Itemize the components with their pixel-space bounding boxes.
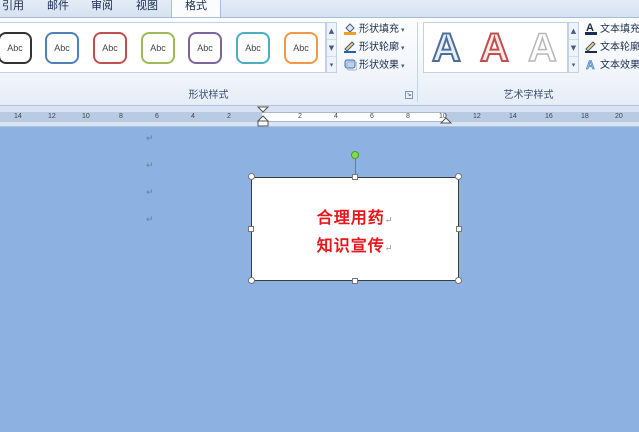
paragraph-mark: ↵ xyxy=(146,215,154,225)
horizontal-ruler[interactable]: 14 12 10 8 6 4 2 2 4 6 8 10 12 14 16 18 … xyxy=(0,105,639,127)
shape-style-swatch[interactable]: Abc xyxy=(45,32,79,64)
wordart-style-blue[interactable]: A xyxy=(431,25,462,71)
text-fill-label: 文本填充 xyxy=(600,24,639,35)
resize-handle-right[interactable] xyxy=(456,226,462,232)
ruler-number: 4 xyxy=(334,113,338,120)
wordart-style-red[interactable]: A xyxy=(479,25,510,71)
paragraph-mark: ↵ xyxy=(146,161,154,171)
tab-view[interactable]: 视图 xyxy=(136,0,158,17)
gallery-scroll[interactable]: ▲ ▼ ▾ xyxy=(326,22,337,73)
scroll-up-icon[interactable]: ▲ xyxy=(569,23,578,40)
resize-handle-top[interactable] xyxy=(352,174,358,180)
shape-style-swatch[interactable]: Abc xyxy=(284,32,318,64)
scroll-down-icon[interactable]: ▼ xyxy=(569,40,578,57)
rotation-handle[interactable] xyxy=(351,151,359,159)
ruler-number: 2 xyxy=(298,113,302,120)
paragraph-mark: ↵ xyxy=(384,244,394,254)
svg-text:A: A xyxy=(586,58,595,71)
right-indent-marker-icon[interactable] xyxy=(440,116,452,126)
resize-handle-bottom-left[interactable] xyxy=(248,277,255,284)
wordart-gallery-scroll[interactable]: ▲ ▼ ▾ xyxy=(568,22,579,73)
ruler-number: 4 xyxy=(191,113,195,120)
resize-handle-left[interactable] xyxy=(248,226,254,232)
ruler-number: 8 xyxy=(406,113,410,120)
scroll-down-icon[interactable]: ▼ xyxy=(327,40,336,57)
ruler-number: 6 xyxy=(155,113,159,120)
shape-outline-label: 形状轮廓 xyxy=(359,42,399,53)
tab-review[interactable]: 审阅 xyxy=(91,0,113,17)
ruler-number: 6 xyxy=(370,113,374,120)
paragraph-mark: ↵ xyxy=(146,134,154,144)
resize-handle-bottom[interactable] xyxy=(352,278,358,284)
text-box-line[interactable]: 知识宣传↵ xyxy=(252,232,458,256)
text-fill-icon: A xyxy=(585,22,597,35)
ruler-number: 14 xyxy=(509,113,517,120)
ruler-number: 10 xyxy=(82,113,90,120)
resize-handle-bottom-right[interactable] xyxy=(455,277,462,284)
text-outline-icon xyxy=(585,41,597,53)
ruler-number: 16 xyxy=(545,113,553,120)
ribbon: Abc Abc Abc Abc Abc Abc Abc ▲ ▼ ▾ 形状填充 ▾ … xyxy=(0,17,639,105)
ruler-number: 8 xyxy=(119,113,123,120)
wordart-style-gray[interactable]: A xyxy=(527,25,557,71)
ruler-number: 2 xyxy=(227,113,231,120)
dropdown-arrow-icon: ▾ xyxy=(401,62,405,70)
shape-styles-group: Abc Abc Abc Abc Abc Abc Abc ▲ ▼ ▾ 形状填充 ▾ … xyxy=(0,18,417,106)
text-fill-button[interactable]: A 文本填充 xyxy=(584,21,639,38)
text-effects-label: 文本效果 xyxy=(600,60,639,71)
dropdown-arrow-icon: ▾ xyxy=(401,26,405,34)
text-effects-icon: A xyxy=(586,58,596,71)
dialog-launcher-icon[interactable]: ↘ xyxy=(405,91,413,99)
paint-bucket-icon xyxy=(344,23,356,35)
shape-effects-label: 形状效果 xyxy=(359,60,399,71)
shape-fill-label: 形状填充 xyxy=(359,24,399,35)
text-box-line1: 合理用药 xyxy=(316,208,385,227)
wordart-styles-group-label: 艺术字样式 xyxy=(503,90,554,101)
pen-outline-icon xyxy=(344,41,356,53)
ruler-number: 12 xyxy=(48,113,56,120)
text-outline-label: 文本轮廓 xyxy=(600,42,639,53)
indent-marker-icon[interactable] xyxy=(257,106,269,128)
wordart-gallery: A A A xyxy=(423,22,568,73)
ruler-left-margin xyxy=(0,112,262,122)
shape-effects-icon xyxy=(344,59,357,71)
resize-handle-top-left[interactable] xyxy=(248,173,255,180)
shape-style-gallery: Abc Abc Abc Abc Abc Abc Abc xyxy=(0,22,326,73)
dropdown-arrow-icon: ▾ xyxy=(401,44,405,52)
paragraph-mark: ↵ xyxy=(384,216,394,226)
paragraph-mark: ↵ xyxy=(146,188,154,198)
ribbon-tab-bar: 引用 邮件 审阅 视图 格式 xyxy=(0,0,639,18)
tab-format[interactable]: 格式 xyxy=(171,0,221,18)
shape-fill-button[interactable]: 形状填充 ▾ xyxy=(343,21,405,38)
shape-outline-button[interactable]: 形状轮廓 ▾ xyxy=(343,39,405,56)
tab-mailings[interactable]: 邮件 xyxy=(47,0,69,17)
gallery-more-icon[interactable]: ▾ xyxy=(569,57,578,74)
scroll-up-icon[interactable]: ▲ xyxy=(327,23,336,40)
shape-style-swatch[interactable]: Abc xyxy=(141,32,175,64)
ruler-number: 20 xyxy=(615,113,623,120)
text-box-line[interactable]: 合理用药↵ xyxy=(252,204,458,228)
shape-style-swatch[interactable]: Abc xyxy=(236,32,270,64)
text-effects-button[interactable]: A 文本效果 xyxy=(584,57,639,74)
text-box[interactable]: 合理用药↵ 知识宣传↵ xyxy=(251,177,459,281)
text-outline-button[interactable]: 文本轮廓 xyxy=(584,39,639,56)
shape-style-swatch[interactable]: Abc xyxy=(93,32,127,64)
text-box-line2: 知识宣传 xyxy=(316,236,385,255)
shape-style-swatch[interactable]: Abc xyxy=(188,32,222,64)
tab-references[interactable]: 引用 xyxy=(2,0,24,17)
shape-effects-button[interactable]: 形状效果 ▾ xyxy=(343,57,405,74)
resize-handle-top-right[interactable] xyxy=(455,173,462,180)
shape-styles-group-label: 形状样式 xyxy=(188,90,229,101)
ruler-number: 18 xyxy=(581,113,589,120)
shape-style-swatch[interactable]: Abc xyxy=(0,32,32,64)
ruler-number: 14 xyxy=(14,113,22,120)
gallery-more-icon[interactable]: ▾ xyxy=(327,57,336,74)
ruler-number: 12 xyxy=(473,113,481,120)
